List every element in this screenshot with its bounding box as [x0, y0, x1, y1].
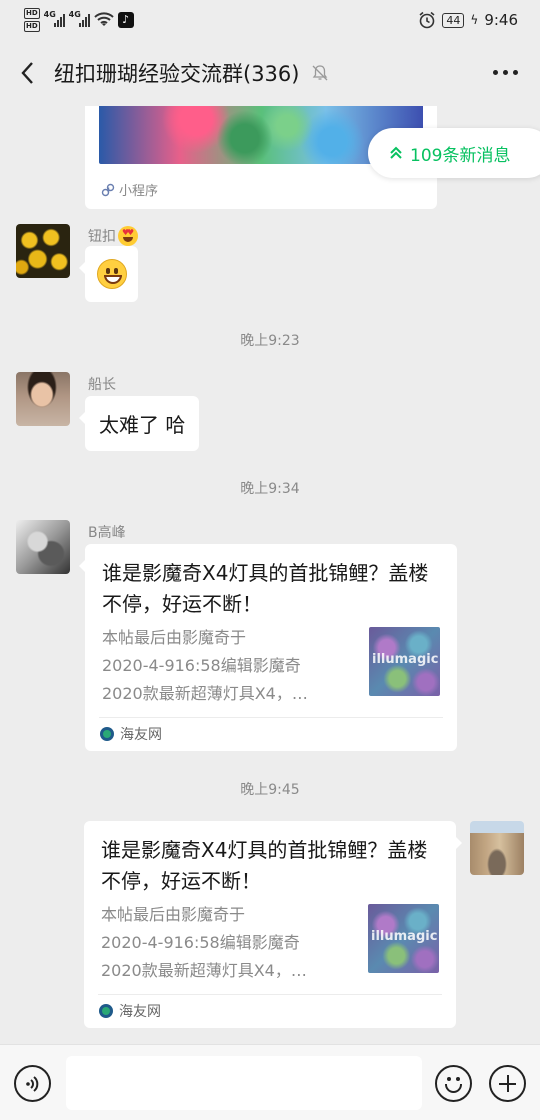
input-bar [0, 1044, 540, 1120]
hd-badge-1: HD [24, 8, 40, 19]
hd-indicators: HD HD [24, 8, 40, 32]
link-source-name: 海友网 [119, 1004, 161, 1020]
message-list[interactable]: 小程序 109条新消息 钮扣 晚上9:23 船长 太难了 哈 晚上9:34 B高… [0, 106, 540, 1044]
status-left: HD HD 4G 4G ♪ [24, 8, 134, 32]
alarm-icon [419, 11, 435, 29]
divider [98, 994, 442, 995]
wifi-icon [93, 12, 114, 26]
mini-program-text: 小程序 [119, 184, 159, 199]
mini-program-icon [101, 183, 115, 196]
plus-button[interactable] [489, 1065, 526, 1102]
timestamp: 晚上9:45 [240, 782, 300, 798]
link-description-line: 2020-4-916:58编辑影魔奇 [102, 656, 301, 675]
link-description-line: 本帖最后由影魔奇于 [102, 628, 247, 647]
voice-button[interactable] [14, 1065, 51, 1102]
network-type-1: 4G [43, 10, 56, 19]
emoji-button[interactable] [435, 1065, 472, 1102]
voice-icon [25, 1075, 38, 1092]
link-description-line: 2020款最新超薄灯具X4，… [102, 684, 308, 703]
avatar[interactable] [16, 224, 70, 278]
signal-icon-1: 4G [43, 10, 65, 27]
sender-name: B高峰 [88, 525, 126, 541]
sender-name: 船长 [88, 377, 116, 393]
link-description-line: 2020-4-916:58编辑影魔奇 [101, 933, 300, 952]
link-thumbnail: illumagic [369, 627, 440, 696]
more-options-button[interactable] [493, 70, 518, 75]
link-description: 本帖最后由影魔奇于 2020-4-916:58编辑影魔奇 2020款最新超薄灯具… [101, 901, 361, 985]
haiyou-logo-icon [99, 1004, 113, 1018]
network-type-2: 4G [68, 10, 81, 19]
tiktok-icon: ♪ [117, 12, 134, 28]
divider [99, 717, 443, 718]
avatar-self[interactable] [470, 821, 524, 875]
dot-icon [513, 70, 518, 75]
double-chevron-up-icon [390, 146, 402, 159]
chevron-left-icon [21, 62, 33, 84]
link-card[interactable]: 谁是影魔奇X4灯具的首批锦鲤？盖楼不停，好运不断！ 本帖最后由影魔奇于 2020… [84, 821, 462, 1028]
back-button[interactable] [0, 40, 54, 106]
hd-badge-2: HD [24, 21, 40, 32]
thumbnail-watermark: illumagic [371, 929, 438, 944]
emoji-message-bubble[interactable] [79, 246, 138, 302]
link-title: 谁是影魔奇X4灯具的首批锦鲤？盖楼不停，好运不断！ [102, 561, 429, 616]
battery-icon: 44 [442, 12, 465, 28]
status-time: 9:46 [484, 11, 518, 29]
mini-program-label: 小程序 [101, 180, 158, 199]
charging-icon: ϟ [470, 13, 479, 27]
avatar[interactable] [16, 520, 70, 574]
link-thumbnail: illumagic [368, 904, 439, 973]
sender-name-text: 钮扣 [88, 229, 116, 245]
message-input[interactable] [66, 1056, 422, 1110]
smiley-icon [445, 1084, 462, 1093]
link-card[interactable]: 谁是影魔奇X4灯具的首批锦鲤？盖楼不停，好运不断！ 本帖最后由影魔奇于 2020… [79, 544, 457, 751]
chat-title: 纽扣珊瑚经验交流群(336) [54, 62, 300, 86]
signal-icon-2: 4G [68, 10, 90, 27]
avatar[interactable] [16, 372, 70, 426]
heart-eyes-emoji-icon [118, 226, 138, 246]
link-source: 海友网 [99, 1001, 161, 1021]
timestamp: 晚上9:23 [240, 333, 300, 349]
new-messages-button[interactable]: 109条新消息 [368, 128, 540, 178]
mute-icon [311, 64, 329, 82]
new-messages-label: 109条新消息 [410, 145, 511, 166]
link-description-line: 2020款最新超薄灯具X4，… [101, 961, 307, 980]
link-description: 本帖最后由影魔奇于 2020-4-916:58编辑影魔奇 2020款最新超薄灯具… [102, 624, 362, 708]
link-source: 海友网 [100, 724, 162, 744]
link-title: 谁是影魔奇X4灯具的首批锦鲤？盖楼不停，好运不断！ [101, 838, 428, 893]
timestamp: 晚上9:34 [240, 481, 300, 497]
dot-icon [503, 70, 508, 75]
status-bar: HD HD 4G 4G ♪ 44 ϟ 9:46 [0, 0, 540, 40]
grinning-emoji-icon [96, 259, 127, 289]
thumbnail-watermark: illumagic [372, 652, 439, 667]
sender-name: 钮扣 [88, 226, 138, 246]
dot-icon [493, 70, 498, 75]
haiyou-logo-icon [100, 727, 114, 741]
chat-header: 纽扣珊瑚经验交流群(336) [0, 40, 540, 106]
link-source-name: 海友网 [120, 727, 162, 743]
link-description-line: 本帖最后由影魔奇于 [101, 905, 246, 924]
status-right: 44 ϟ 9:46 [418, 11, 518, 29]
text-message-bubble[interactable]: 太难了 哈 [78, 396, 200, 451]
